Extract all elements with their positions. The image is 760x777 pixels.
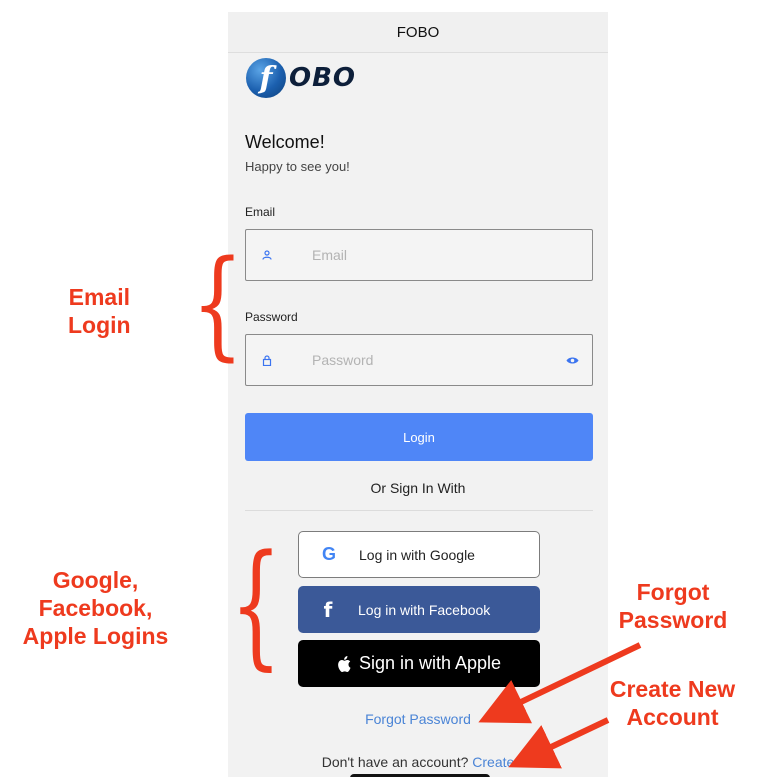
- arrow-to-create-account: [508, 717, 610, 769]
- annotation-arrows: [478, 642, 642, 769]
- arrow-to-forgot-password: [478, 642, 642, 724]
